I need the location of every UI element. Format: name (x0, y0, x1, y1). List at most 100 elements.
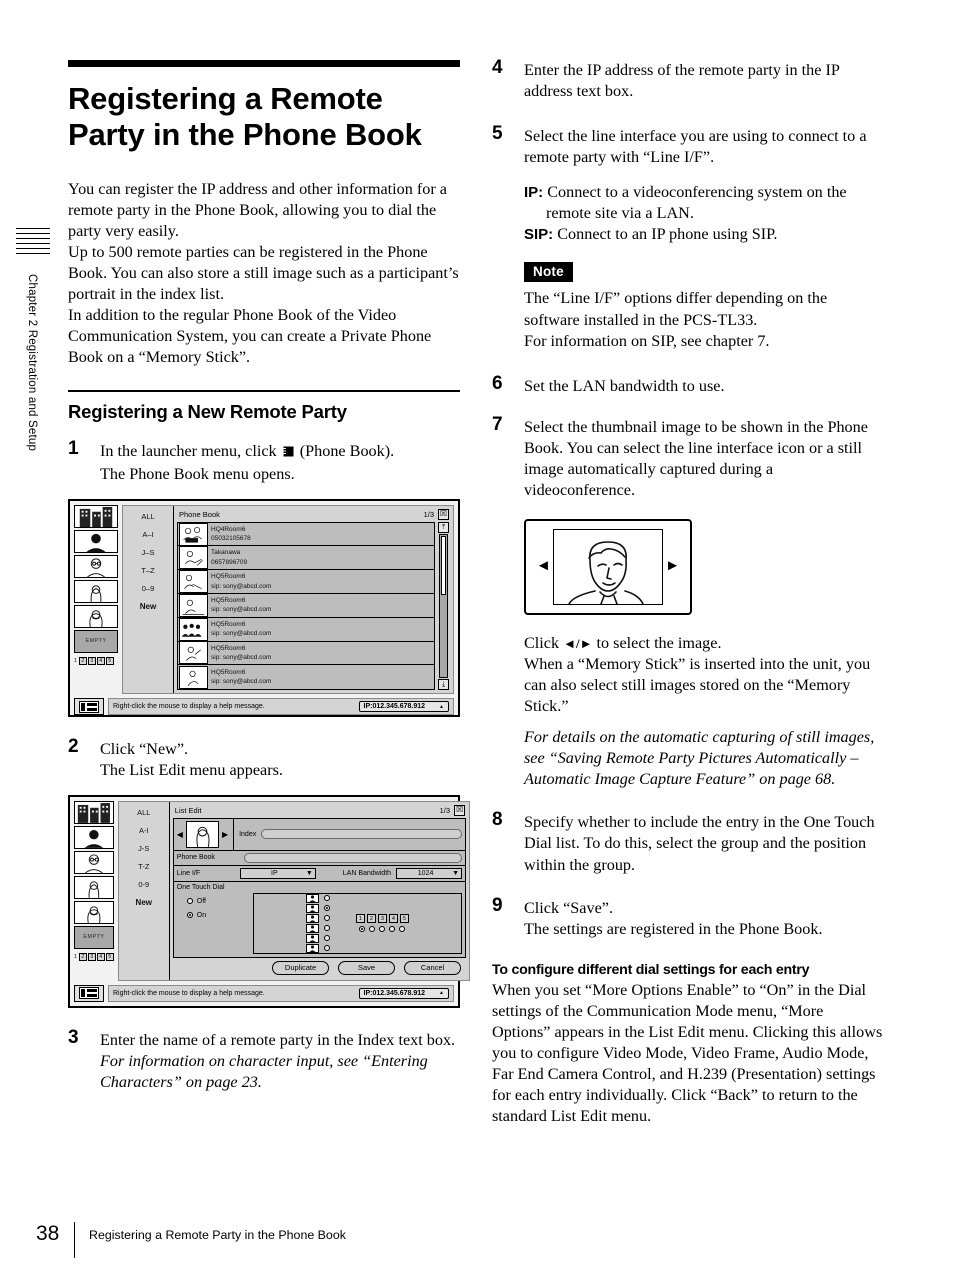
radio-icon[interactable] (323, 945, 330, 952)
index-input[interactable] (261, 829, 463, 840)
phonebook-row: Phone Book (173, 851, 466, 866)
nav-0-9[interactable]: 0–9 (142, 584, 155, 593)
scroll-track[interactable] (439, 533, 448, 679)
radio-icon[interactable] (323, 925, 330, 932)
ip-badge[interactable]: IP:012.345.678.912 ▲ (358, 701, 449, 713)
nav-a-i[interactable]: A–I (142, 530, 153, 539)
radio-icon-selected (186, 912, 193, 919)
nav-j-s[interactable]: J-S (138, 844, 149, 853)
sidebar-thumb-woman-2[interactable] (74, 604, 118, 628)
entry-detail: sip: sony@abcd.com (211, 582, 272, 590)
position-row[interactable] (305, 893, 330, 903)
list-item[interactable]: Takanawa 0657896709 (178, 546, 434, 571)
nav-new[interactable]: New (140, 602, 156, 611)
sidebar-group-button-5[interactable]: 5 (105, 952, 114, 961)
otd-off-radio[interactable]: Off (186, 898, 245, 905)
scroll-up-icon[interactable]: ⤒ (438, 521, 449, 533)
nav-j-s[interactable]: J–S (142, 548, 155, 557)
person-icon (305, 903, 319, 913)
sidebar-thumb-building[interactable] (74, 800, 114, 824)
chevron-down-icon[interactable]: ▼ (306, 870, 313, 877)
chevron-down-icon[interactable]: ▼ (452, 870, 459, 877)
radio-icon-selected[interactable] (323, 905, 330, 912)
sidebar-thumb-woman[interactable] (74, 875, 114, 899)
sidebar-thumb-man-glasses[interactable] (74, 850, 114, 874)
close-icon[interactable]: ☒ (454, 804, 466, 816)
nav-t-z[interactable]: T–Z (141, 566, 154, 575)
next-image-icon[interactable]: ► (665, 559, 680, 574)
sidebar-group-button-5[interactable]: 5 (105, 656, 114, 665)
sidebar-group-button-4[interactable]: 4 (96, 952, 105, 961)
launcher-icon[interactable] (74, 698, 104, 716)
sidebar-group-button-2[interactable]: 2 (78, 656, 87, 665)
radio-icon-selected[interactable] (359, 926, 366, 933)
step-1-text-after: (Phone Book). (299, 442, 395, 461)
list-item[interactable]: HQ5Room6 sip: sony@abcd.com (178, 593, 434, 618)
radio-icon[interactable] (389, 926, 396, 933)
sidebar-thumb-silhouette[interactable] (74, 529, 118, 553)
sidebar-group-button-3[interactable]: 3 (87, 952, 96, 961)
ip-badge[interactable]: IP:012.345.678.912 ▲ (358, 987, 449, 999)
nav-all[interactable]: ALL (141, 512, 154, 521)
phonebook-scrollbar[interactable]: ⤒ ⤓ (437, 521, 450, 691)
listedit-body: ALL A-I J-S T-Z 0-9 New List Edit 1/3 ☒ (117, 800, 471, 981)
sidebar-thumb-silhouette[interactable] (74, 825, 114, 849)
nav-a-i[interactable]: A-I (139, 826, 149, 835)
next-image-icon[interactable]: ▶ (222, 830, 228, 839)
group-number-5[interactable]: 5 (399, 914, 409, 924)
group-number-4[interactable]: 4 (388, 914, 398, 924)
group-number-2[interactable]: 2 (366, 914, 376, 924)
radio-icon[interactable] (323, 915, 330, 922)
position-row[interactable] (305, 943, 330, 953)
sidebar-thumb-building[interactable] (74, 504, 118, 528)
lineif-select[interactable]: IP ▼ (239, 867, 316, 879)
list-item[interactable]: HQ4Room6 05032105678 (178, 522, 434, 547)
sidebar-thumb-empty[interactable]: EMPTY (74, 925, 114, 949)
sidebar-group-button-2[interactable]: 2 (78, 952, 87, 961)
position-row[interactable] (305, 933, 330, 943)
radio-icon (186, 898, 193, 905)
otd-on-radio[interactable]: On (186, 912, 245, 919)
launcher-icon[interactable] (74, 984, 104, 1002)
nav-new[interactable]: New (136, 898, 152, 907)
sidebar-group-button-3[interactable]: 3 (87, 656, 96, 665)
list-item[interactable]: HQ5Room6 sip: sony@abcd.com (178, 570, 434, 594)
list-item[interactable]: HQ5Room6 sip: sony@abcd.com (178, 641, 434, 666)
radio-icon[interactable] (399, 926, 406, 933)
radio-icon[interactable] (323, 935, 330, 942)
radio-icon[interactable] (369, 926, 376, 933)
prev-image-icon[interactable]: ◀ (177, 830, 183, 839)
entry-name: HQ4Room6 (211, 525, 246, 533)
scroll-thumb[interactable] (441, 535, 446, 595)
previous-image-icon[interactable]: ◄ (536, 559, 551, 574)
phonebook-input[interactable] (243, 852, 463, 863)
image-selector: ◄ ► (524, 518, 692, 615)
nav-all[interactable]: ALL (137, 808, 150, 817)
position-row[interactable] (305, 913, 330, 923)
nav-0-9[interactable]: 0-9 (138, 880, 149, 889)
sidebar-group-button-4[interactable]: 4 (96, 656, 105, 665)
nav-t-z[interactable]: T-Z (138, 862, 149, 871)
cancel-button[interactable]: Cancel (404, 960, 462, 975)
save-button[interactable]: Save (338, 960, 396, 975)
duplicate-button[interactable]: Duplicate (272, 960, 330, 975)
step-7-after-line-2: When a “Memory Stick” is inserted into t… (524, 655, 871, 716)
position-row[interactable] (305, 903, 330, 913)
sidebar-thumb-woman[interactable] (74, 579, 118, 603)
bandwidth-select[interactable]: 1024 ▼ (396, 867, 463, 879)
sidebar-thumb-man-glasses[interactable] (74, 554, 118, 578)
entry-thumbnail (179, 593, 208, 617)
sidebar-thumb-empty[interactable]: EMPTY (74, 629, 118, 653)
radio-icon[interactable] (379, 926, 386, 933)
group-number-1[interactable]: 1 (355, 914, 365, 924)
chevron-up-icon[interactable]: ▲ (439, 990, 444, 996)
position-row[interactable] (305, 923, 330, 933)
radio-icon[interactable] (323, 895, 330, 902)
scroll-down-icon[interactable]: ⤓ (438, 679, 449, 691)
close-icon[interactable]: ☒ (438, 508, 449, 520)
list-item[interactable]: HQ5Room6 sip: sony@abcd.com (178, 617, 434, 642)
chevron-up-icon[interactable]: ▲ (439, 704, 444, 710)
sidebar-thumb-woman-2[interactable] (74, 900, 114, 924)
group-number-3[interactable]: 3 (377, 914, 387, 924)
list-item[interactable]: HQ5Room6 sip: sony@abcd.com (178, 665, 434, 690)
